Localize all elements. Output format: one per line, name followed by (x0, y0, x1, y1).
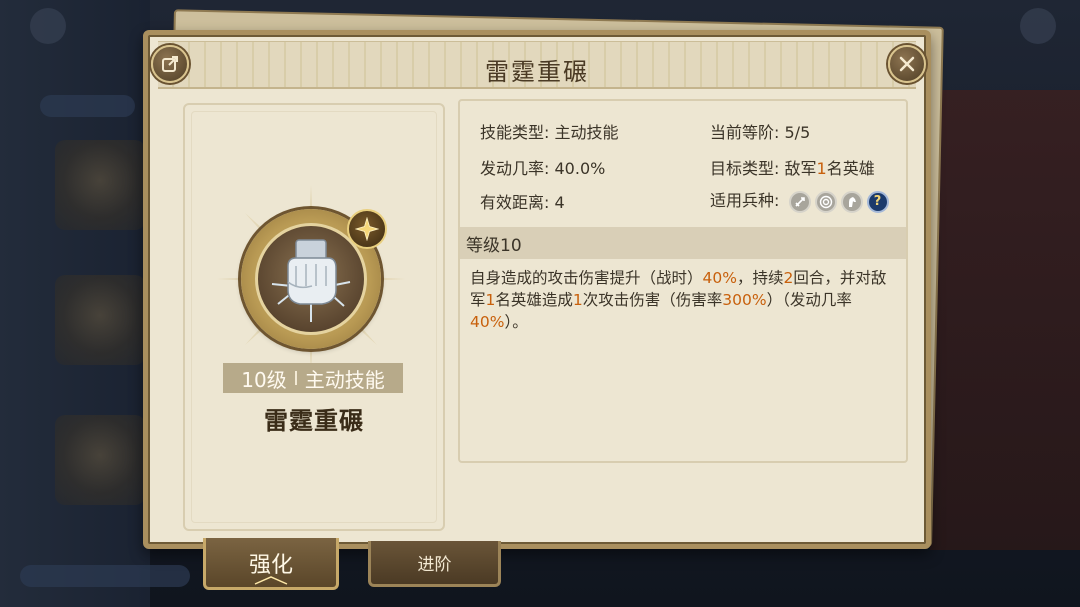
desc-text: 名英雄造成 (495, 291, 573, 309)
background-hero-card (55, 140, 145, 230)
background-hero-card (55, 275, 145, 365)
close-button[interactable] (888, 45, 926, 83)
range-key: 有效距离: (480, 193, 550, 212)
troop-type-key: 适用兵种: (710, 191, 780, 210)
target-type-value: 敌军 (784, 159, 817, 178)
dialog-title: 雷霆重碾 (485, 58, 589, 86)
skill-type-label: 主动技能 (304, 367, 385, 392)
tab-advance[interactable]: 进阶 (368, 541, 501, 587)
desc-text: ）（发动几率 (766, 291, 852, 309)
current-rank-row: 当前等阶: 5/5 (710, 119, 810, 143)
desc-value: 2 (783, 269, 794, 287)
desc-value: 300% (722, 291, 767, 309)
background-button (1020, 8, 1056, 44)
range-value: 4 (554, 193, 565, 212)
sword-icon[interactable] (788, 190, 811, 213)
question-icon[interactable]: ? (866, 190, 889, 213)
target-count: 1 (816, 159, 827, 178)
skill-info-panel: 技能类型: 主动技能 当前等阶: 5/5 发动几率: 40.0% 目标类型: 敌… (458, 99, 908, 463)
troop-icons: ? (788, 190, 889, 213)
trigger-rate-key: 发动几率: (480, 159, 550, 178)
separator (294, 371, 297, 385)
skill-emblem (217, 185, 405, 373)
share-button[interactable] (151, 45, 189, 83)
trigger-rate-value: 40.0% (554, 159, 606, 178)
background-pill (40, 95, 135, 117)
horse-icon[interactable] (840, 190, 863, 213)
desc-value: 1 (572, 291, 583, 309)
desc-value: 40% (470, 313, 505, 331)
skill-description: 自身造成的攻击伤害提升（战时）40%，持续2回合，并对敌军1名英雄造成1次攻击伤… (470, 267, 894, 333)
trigger-rate-row: 发动几率: 40.0% (480, 155, 605, 179)
dialog-header: 雷霆重碾 (158, 41, 916, 89)
target-icon[interactable] (814, 190, 837, 213)
desc-text: 次攻击伤害（伤害率 (582, 291, 723, 309)
tab-advance-label: 进阶 (417, 555, 452, 575)
skill-level-type-strip: 10级 主动技能 (223, 363, 403, 393)
desc-text: ）。 (504, 313, 528, 331)
current-rank-key: 当前等阶: (710, 123, 780, 142)
target-type-suffix: 名英雄 (826, 159, 875, 178)
current-rank-value: 5/5 (784, 123, 811, 142)
level-section-header: 等级10 (460, 227, 906, 259)
skill-type-key: 技能类型: (480, 123, 550, 142)
level-section-label: 等级10 (466, 235, 522, 256)
active-tab-glow (254, 576, 288, 585)
star-icon (355, 217, 379, 241)
active-skill-badge (347, 209, 387, 249)
background-right-panel (930, 90, 1080, 550)
skill-emblem-panel: 10级 主动技能 雷霆重碾 (183, 103, 445, 531)
range-row: 有效距离: 4 (480, 189, 565, 213)
background-button (30, 8, 66, 44)
skill-level-label: 10级 (241, 367, 287, 392)
target-type-key: 目标类型: (710, 159, 780, 178)
background-hero-card (55, 415, 145, 505)
desc-text: ，持续 (736, 269, 784, 287)
skill-type-value: 主动技能 (554, 123, 619, 142)
tab-enhance[interactable]: 强化 (203, 538, 339, 590)
tab-enhance-label: 强化 (248, 552, 293, 578)
skill-detail-dialog: 雷霆重碾 10级 主动技能 雷霆重碾 技能类型: 主动技能 当前等阶: 5/5 … (143, 30, 931, 549)
skill-type-row: 技能类型: 主动技能 (480, 119, 619, 143)
share-icon (162, 56, 178, 72)
target-type-row: 目标类型: 敌军1名英雄 (710, 155, 875, 179)
troop-type-row: 适用兵种: ? (710, 187, 889, 213)
desc-text: 自身造成的攻击伤害提升（战时） (470, 269, 703, 287)
desc-value: 1 (485, 291, 496, 309)
skill-name: 雷霆重碾 (264, 407, 364, 435)
close-icon (899, 56, 915, 72)
desc-value: 40% (702, 269, 737, 287)
background-pill (20, 565, 190, 587)
